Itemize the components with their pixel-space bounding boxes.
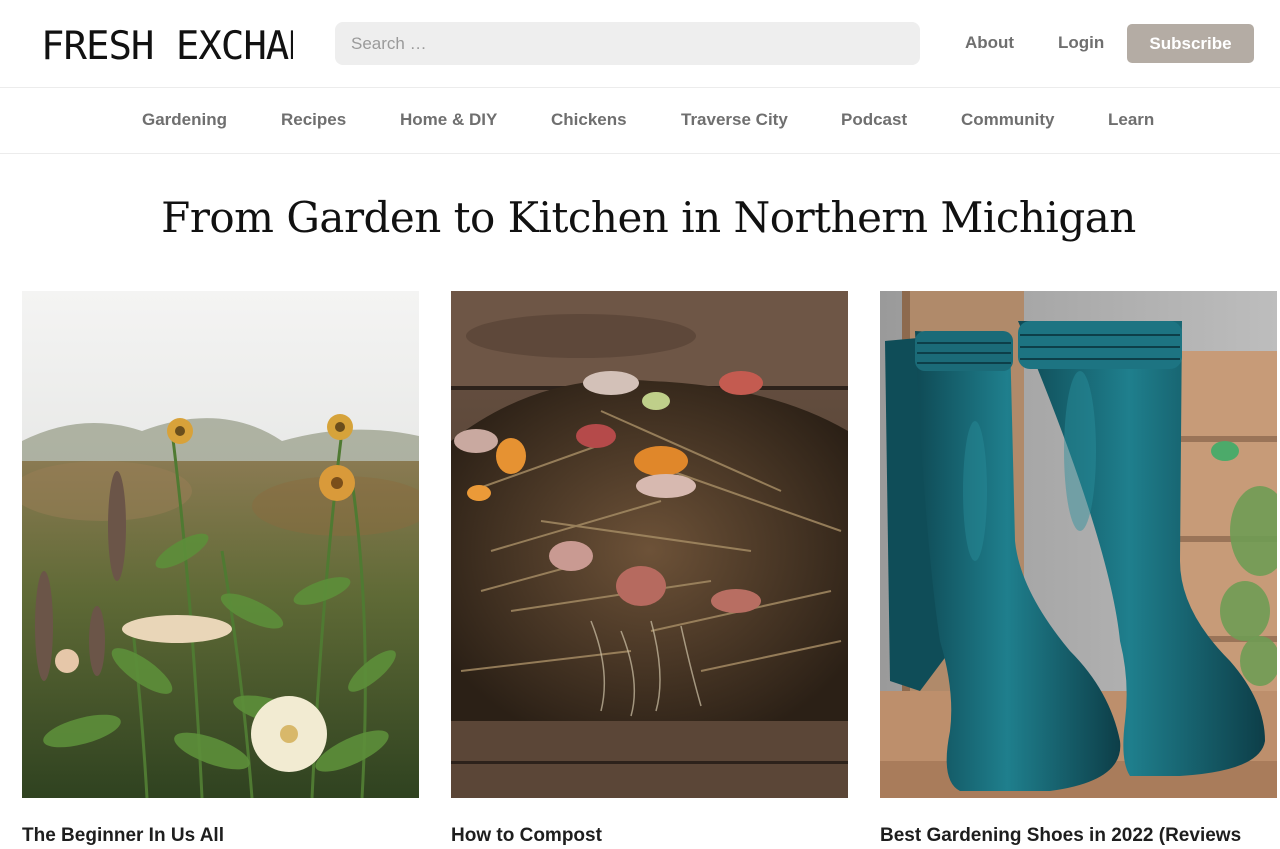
nav-item-community[interactable]: Community xyxy=(961,110,1055,130)
main-nav: Gardening Recipes Home & DIY Chickens Tr… xyxy=(0,87,1280,154)
post-title[interactable]: The Beginner In Us All xyxy=(22,825,224,847)
nav-item-learn[interactable]: Learn xyxy=(1108,110,1154,130)
post-image-compost[interactable] xyxy=(451,291,848,798)
post-image-garden[interactable] xyxy=(22,291,419,798)
login-link[interactable]: Login xyxy=(1058,33,1104,53)
post-card[interactable]: Best Gardening Shoes in 2022 (Reviews xyxy=(880,291,1277,849)
logo-text: FRESH EXCHANGE xyxy=(41,24,293,69)
teal-rain-boots-photo xyxy=(880,291,1277,798)
site-header: FRESH EXCHANGE About Login Subscribe xyxy=(0,0,1280,87)
nav-item-podcast[interactable]: Podcast xyxy=(841,110,907,130)
post-card[interactable]: How to Compost xyxy=(451,291,848,849)
zinnia-garden-photo xyxy=(22,291,419,798)
post-title[interactable]: Best Gardening Shoes in 2022 (Reviews xyxy=(880,825,1241,847)
logo-wordmark: FRESH EXCHANGE xyxy=(41,24,293,69)
post-title[interactable]: How to Compost xyxy=(451,825,602,847)
nav-item-chickens[interactable]: Chickens xyxy=(551,110,627,130)
nav-item-recipes[interactable]: Recipes xyxy=(281,110,346,130)
page-title: From Garden to Kitchen in Northern Michi… xyxy=(161,193,1136,242)
search-input[interactable] xyxy=(335,22,920,65)
nav-item-home-diy[interactable]: Home & DIY xyxy=(400,110,497,130)
about-link[interactable]: About xyxy=(965,33,1014,53)
compost-pile-photo xyxy=(451,291,848,798)
nav-item-traverse-city[interactable]: Traverse City xyxy=(681,110,788,130)
site-logo[interactable]: FRESH EXCHANGE xyxy=(41,18,293,70)
nav-item-gardening[interactable]: Gardening xyxy=(142,110,227,130)
post-image-boots[interactable] xyxy=(880,291,1277,798)
subscribe-button[interactable]: Subscribe xyxy=(1127,24,1254,63)
post-card[interactable]: The Beginner In Us All xyxy=(22,291,419,849)
